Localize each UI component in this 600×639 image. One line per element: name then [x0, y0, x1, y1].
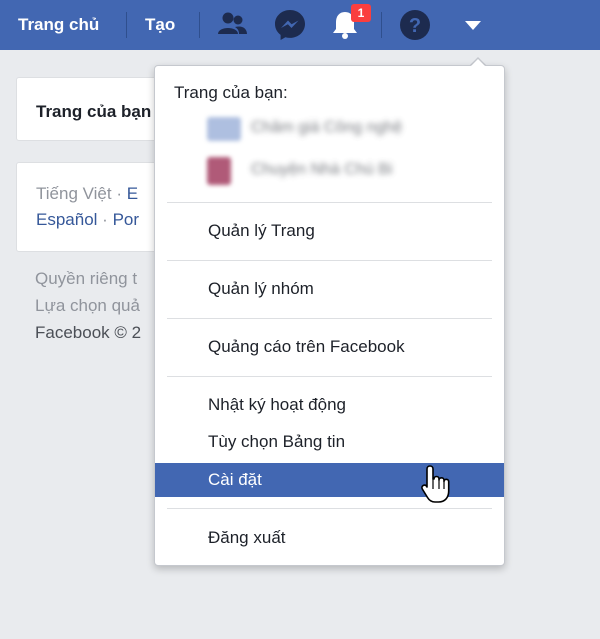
activity-log-item[interactable]: Nhật ký hoạt động [155, 388, 504, 422]
language-link-portuguese[interactable]: Por [113, 210, 139, 229]
log-out-label: Đăng xuất [208, 528, 286, 547]
log-out-item[interactable]: Đăng xuất [155, 521, 504, 555]
page-item[interactable]: Chăm giá Công nghệ [207, 114, 453, 144]
page-item[interactable]: Chuyện Nhà Chú Bi [207, 156, 453, 186]
ad-choices-link[interactable]: Lựa chọn quả [35, 296, 140, 316]
settings-label: Cài đặt [208, 470, 262, 489]
pages-card-title: Trang của bạn [36, 102, 152, 121]
separator-dot: · [116, 184, 123, 203]
page-name: Chăm giá Công nghệ [251, 119, 403, 136]
activity-log-label: Nhật ký hoạt động [208, 395, 346, 414]
language-row-2: Español · Por [36, 210, 139, 230]
menu-divider [167, 202, 492, 203]
friends-icon[interactable] [214, 7, 250, 43]
nav-divider [381, 12, 382, 38]
news-feed-preferences-item[interactable]: Tùy chọn Bảng tin [155, 425, 504, 459]
manage-groups-item[interactable]: Quản lý nhóm [155, 272, 504, 306]
copyright-text: Facebook © 2 [35, 323, 142, 342]
language-row-1: Tiếng Việt · E [36, 184, 138, 204]
left-column: Trang của bạn Tiếng Việt · E Español · P… [0, 0, 160, 400]
language-link[interactable]: E [127, 184, 138, 203]
advertise-item[interactable]: Quảng cáo trên Facebook [155, 330, 504, 364]
privacy-link[interactable]: Quyền riêng t [35, 269, 137, 289]
page-avatar [207, 157, 231, 185]
manage-groups-label: Quản lý nhóm [208, 279, 314, 298]
caret-down-icon[interactable] [455, 7, 491, 43]
svg-text:?: ? [409, 15, 421, 37]
separator-dot: · [102, 210, 108, 229]
menu-divider [167, 260, 492, 261]
manage-pages-label: Quản lý Trang [208, 221, 315, 240]
menu-pointer-fill [470, 59, 486, 67]
menu-divider [167, 318, 492, 319]
languages-card: Tiếng Việt · E Español · Por [16, 162, 160, 252]
pages-card: Trang của bạn [16, 77, 160, 141]
settings-item[interactable]: Cài đặt [155, 463, 504, 497]
menu-divider [167, 508, 492, 509]
account-dropdown-menu: Trang của bạn: Chăm giá Công nghệ Chuyện… [154, 65, 505, 566]
messenger-icon[interactable] [272, 7, 308, 43]
language-link-spanish[interactable]: Español [36, 210, 97, 229]
news-feed-preferences-label: Tùy chọn Bảng tin [208, 432, 346, 451]
current-language: Tiếng Việt [36, 184, 112, 203]
page-name: Chuyện Nhà Chú Bi [251, 161, 393, 178]
nav-divider [199, 12, 200, 38]
advertise-label: Quảng cáo trên Facebook [208, 337, 405, 356]
your-pages-heading: Trang của bạn: [174, 83, 288, 102]
page-avatar [207, 117, 241, 141]
menu-divider [167, 376, 492, 377]
help-icon[interactable]: ? [397, 7, 433, 43]
notification-badge: 1 [351, 4, 371, 22]
manage-pages-item[interactable]: Quản lý Trang [155, 214, 504, 248]
